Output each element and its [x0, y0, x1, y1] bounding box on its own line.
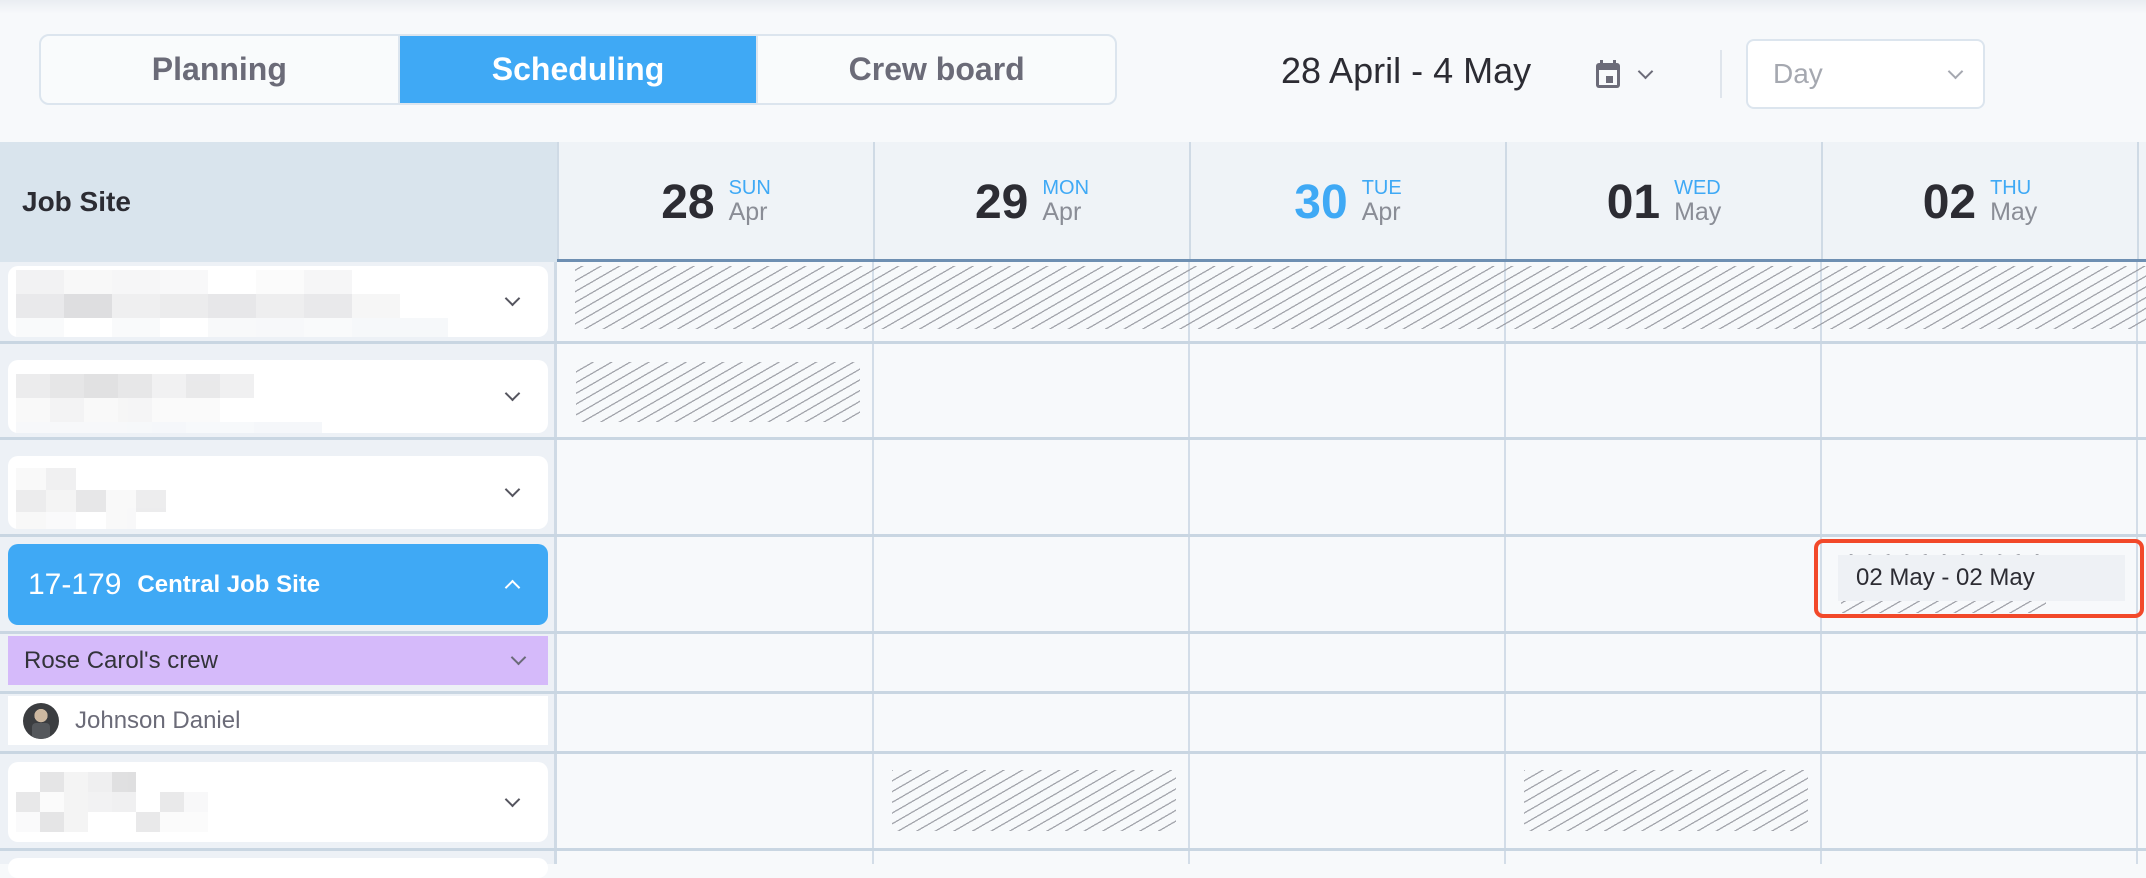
chevron-down-icon	[504, 791, 521, 807]
chevron-down-icon	[510, 649, 527, 666]
day-of-week: WED	[1674, 177, 1721, 200]
day-header[interactable]: 01 WED May	[1505, 142, 1821, 262]
redacted-site-name	[16, 772, 208, 832]
column-divider	[1504, 262, 1506, 864]
day-header-partial	[2137, 142, 2146, 262]
day-header[interactable]: 02 THU May	[1821, 142, 2137, 262]
chevron-down-icon	[504, 385, 521, 402]
chevron-down-icon	[1637, 63, 1654, 79]
chevron-down-icon	[504, 290, 521, 307]
job-site-row-collapsed[interactable]	[8, 762, 548, 842]
row-divider	[0, 751, 2146, 754]
job-site-row-expanded[interactable]: 17-179 Central Job Site	[8, 544, 548, 625]
job-site-row-collapsed[interactable]	[8, 456, 548, 529]
day-month: May	[1990, 198, 2038, 227]
crew-name: Rose Carol's crew	[24, 646, 218, 674]
job-site-column-header: Job Site	[0, 142, 557, 262]
unavailable-block	[575, 266, 2146, 329]
day-header[interactable]: 29 MON Apr	[873, 142, 1189, 262]
job-site-row-collapsed[interactable]	[8, 360, 548, 433]
day-number: 29	[974, 175, 1029, 229]
job-site-code: 17-179	[28, 567, 122, 601]
day-header[interactable]: 28 SUN Apr	[557, 142, 873, 262]
avatar	[23, 702, 59, 739]
job-site-row-collapsed[interactable]	[8, 266, 548, 337]
unavailable-block	[576, 362, 860, 422]
schedule-event[interactable]: 02 May - 02 May	[1838, 555, 2125, 601]
tab-scheduling[interactable]: Scheduling	[397, 36, 757, 103]
row-divider	[0, 437, 2146, 440]
day-month: Apr	[1042, 198, 1082, 227]
calendar-icon	[1596, 60, 1620, 88]
redacted-site-name	[16, 374, 322, 433]
column-divider	[1820, 262, 1822, 864]
day-header-today[interactable]: 30 TUE Apr	[1189, 142, 1505, 262]
row-divider	[0, 341, 2146, 344]
view-mode-tabs: Planning Scheduling Crew board	[39, 34, 1117, 105]
day-number: 28	[661, 175, 715, 229]
job-site-name: Central Job Site	[137, 570, 321, 598]
unavailable-block	[1524, 770, 1808, 831]
chevron-up-icon	[504, 579, 521, 596]
row-divider	[0, 848, 2146, 851]
unavailable-block	[892, 770, 1176, 831]
toolbar: Planning Scheduling Crew board 28 April …	[0, 0, 2146, 142]
crew-member-row[interactable]: Johnson Daniel	[8, 696, 548, 745]
header-underline	[557, 259, 2146, 262]
day-number: 02	[1922, 175, 1977, 229]
day-of-week: THU	[1990, 177, 2032, 200]
day-of-week: MON	[1042, 177, 1090, 200]
day-month: May	[1674, 198, 1722, 227]
crew-row[interactable]: Rose Carol's crew	[8, 636, 548, 685]
row-divider	[0, 691, 2146, 694]
job-site-row-collapsed[interactable]	[8, 858, 548, 878]
row-divider	[0, 534, 2146, 537]
chevron-down-icon	[504, 481, 521, 498]
redacted-site-name	[16, 468, 196, 529]
crew-member-name: Johnson Daniel	[75, 706, 241, 734]
day-number: 30	[1294, 175, 1348, 229]
toolbar-divider	[1720, 50, 1722, 98]
tab-crew-board[interactable]: Crew board	[756, 36, 1115, 103]
row-divider	[0, 631, 2146, 634]
chevron-down-icon	[1947, 63, 1964, 79]
date-picker-button[interactable]	[1594, 52, 1684, 96]
day-month: Apr	[1361, 198, 1401, 227]
day-of-week: SUN	[728, 177, 771, 200]
column-divider	[2136, 262, 2138, 864]
day-month: Apr	[728, 198, 768, 227]
select-value: Day	[1773, 58, 1823, 89]
schedule-grid: Job Site 28 SUN Apr 29 MON Apr 30 TUE Apr 0…	[0, 142, 2146, 878]
day-of-week: TUE	[1361, 177, 1402, 200]
day-number: 01	[1606, 175, 1661, 229]
view-granularity-select[interactable]: Day	[1746, 39, 1985, 109]
column-divider	[1188, 262, 1190, 864]
tab-planning[interactable]: Planning	[41, 36, 398, 103]
redacted-site-name	[16, 270, 448, 337]
column-divider	[872, 262, 874, 864]
date-range-label: 28 April - 4 May	[1281, 50, 1532, 91]
